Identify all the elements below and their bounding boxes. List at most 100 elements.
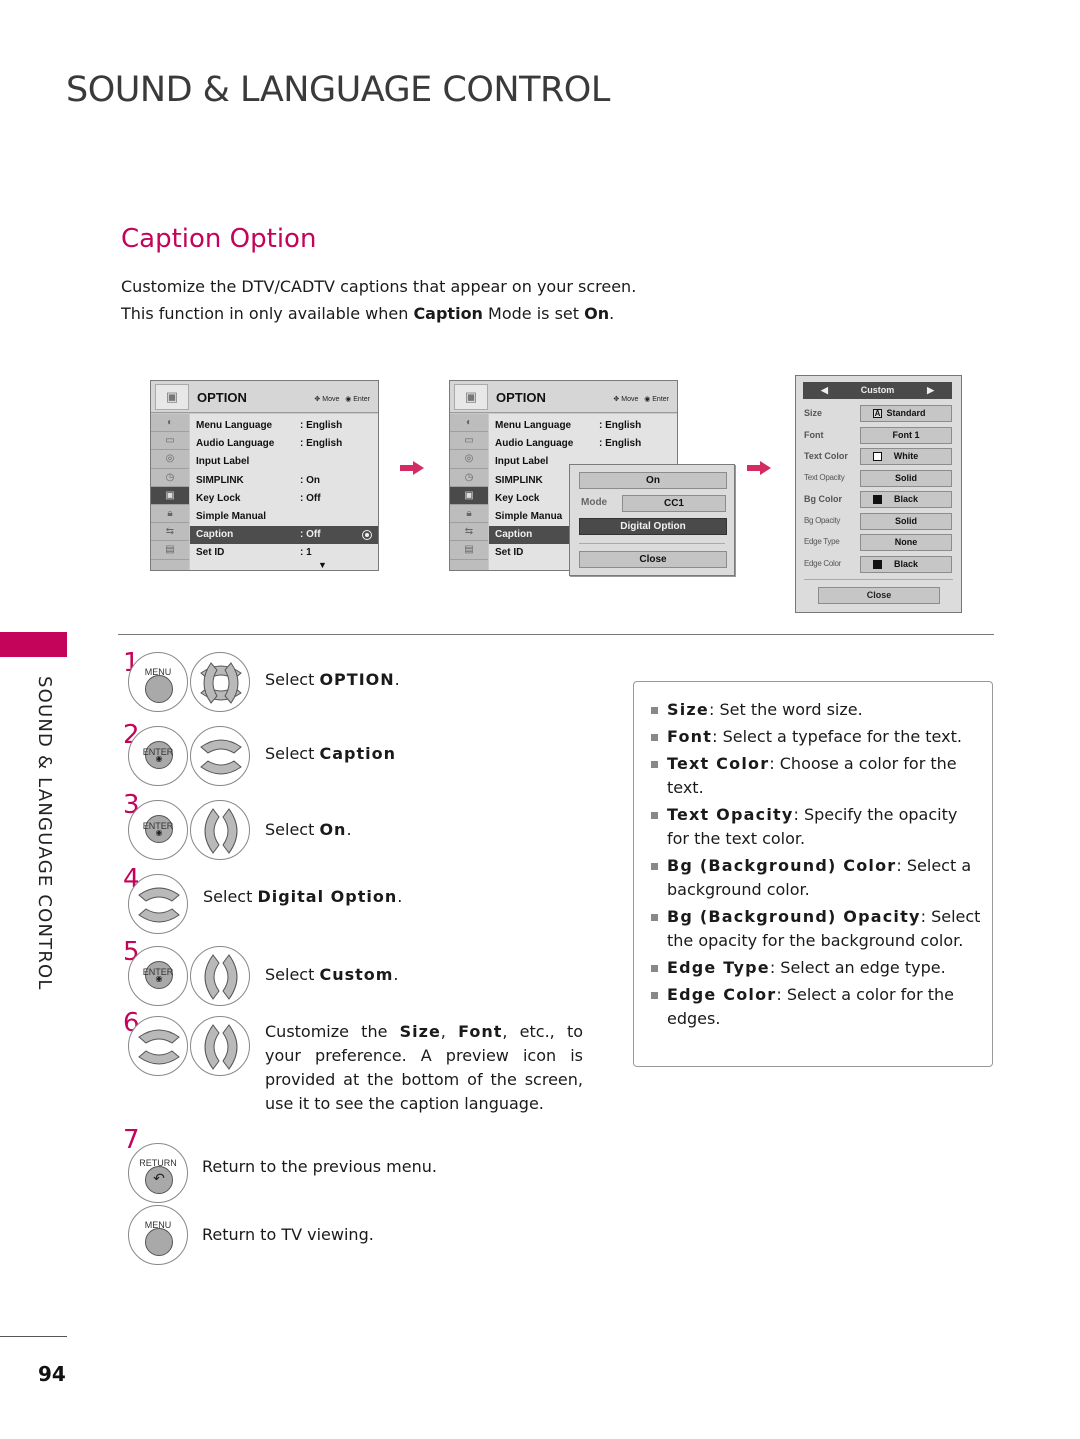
custom-row-text-color: Text Color White [804, 448, 954, 466]
info-bullet: Edge Type: Select an edge type. [651, 956, 981, 980]
navigation-pad[interactable] [190, 946, 250, 1006]
step-pre: Select [265, 965, 320, 984]
arrow-left-icon[interactable]: ◀ [821, 382, 828, 399]
input-icon[interactable]: ⇆ [450, 523, 488, 542]
custom-row-value-select[interactable]: Solid [860, 469, 952, 487]
down-arrow-button[interactable] [138, 908, 180, 923]
right-arrow-button[interactable] [222, 954, 238, 1000]
direction-arrows-icon[interactable] [191, 727, 251, 787]
step-keyword: Custom [319, 965, 394, 984]
white-swatch-icon [873, 452, 882, 461]
up-arrow-button[interactable] [138, 887, 180, 902]
menu-item-set-id[interactable]: Set ID: 1 [190, 544, 378, 562]
time-icon[interactable]: ◷ [450, 469, 488, 487]
direction-arrows-icon[interactable] [191, 1017, 251, 1077]
up-arrow-button[interactable] [200, 739, 242, 754]
menu-item-input-label[interactable]: Input Label [190, 453, 378, 471]
menu-button[interactable]: MENU [128, 652, 188, 712]
custom-row-label: Edge Type [804, 537, 840, 546]
screen-icon[interactable]: ▭ [151, 432, 189, 451]
info-term: Text Color [667, 754, 770, 773]
right-arrow-button[interactable] [222, 1024, 238, 1070]
left-arrow-button[interactable] [203, 662, 218, 704]
menu-item-key-lock[interactable]: Key Lock: Off [190, 490, 378, 508]
custom-row-value-select[interactable]: Black [860, 491, 952, 508]
custom-row-label: Bg Color [804, 494, 842, 504]
direction-arrows-icon[interactable] [129, 1017, 189, 1077]
return-button[interactable]: RETURN ↶ [128, 1143, 188, 1203]
down-arrow-button[interactable] [200, 760, 242, 775]
input-icon[interactable]: ⇆ [151, 523, 189, 542]
mode-select[interactable]: CC1 [622, 495, 726, 512]
usb-icon[interactable]: ▤ [450, 541, 488, 560]
left-arrow-button[interactable] [204, 808, 220, 854]
popup-close-button[interactable]: Close [579, 551, 727, 568]
arrow-right-icon[interactable]: ▶ [927, 382, 934, 399]
left-arrow-button[interactable] [204, 954, 220, 1000]
menu-button[interactable]: MENU [128, 1205, 188, 1265]
caption-on-button[interactable]: On [579, 472, 727, 489]
osd-sidebar: ◐ ▭ ◎ ◷ ▣ 🔒︎ ⇆ ▤ [450, 414, 488, 570]
menu-item-menu-language[interactable]: Menu Language: English [489, 417, 677, 435]
direction-arrows-icon[interactable] [129, 875, 189, 935]
navigation-pad[interactable] [128, 1016, 188, 1076]
option-logo-icon: ▣ [155, 384, 189, 410]
menu-item-caption[interactable]: Caption: Off [190, 526, 378, 545]
menu-item-value: : English [599, 420, 642, 431]
time-icon[interactable]: ◷ [151, 469, 189, 487]
direction-arrows-icon[interactable] [191, 801, 251, 861]
menu-item-audio-language[interactable]: Audio Language: English [489, 435, 677, 453]
digital-option-button[interactable]: Digital Option [579, 518, 727, 535]
navigation-pad[interactable] [190, 652, 250, 712]
mode-label: Mode [581, 497, 608, 508]
caption-popup: On Mode CC1 Digital Option Close [569, 464, 735, 576]
direction-arrows-icon[interactable] [191, 653, 251, 713]
picture-icon[interactable]: ◐ [450, 414, 488, 433]
enter-button[interactable]: ENTER ◉ [128, 800, 188, 860]
right-arrow-button[interactable] [222, 808, 238, 854]
custom-row-value-select[interactable]: Solid [860, 512, 952, 530]
info-bullet-text: Size: Set the word size. [667, 698, 981, 722]
popup-divider [579, 543, 725, 544]
option-logo-icon: ▣ [454, 384, 488, 410]
custom-mode-selector[interactable]: ◀ Custom ▶ [803, 382, 952, 399]
menu-item-audio-language[interactable]: Audio Language: English [190, 435, 378, 453]
lock-icon[interactable]: 🔒︎ [450, 505, 488, 524]
navigation-pad[interactable] [190, 800, 250, 860]
custom-caption-panel: ◀ Custom ▶ Size A Standard Font Font 1 Text C… [795, 375, 962, 613]
audio-icon[interactable]: ◎ [151, 450, 189, 469]
custom-row-value-select[interactable]: A Standard [860, 405, 952, 422]
enter-button[interactable]: ENTER ◉ [128, 946, 188, 1006]
caption-options-info-box: Size: Set the word size. Font: Select a t… [633, 681, 993, 1067]
custom-close-button[interactable]: Close [818, 587, 940, 604]
info-bullet-text: Text Color: Choose a color for the text. [667, 752, 981, 800]
navigation-pad[interactable] [190, 1016, 250, 1076]
option-icon[interactable]: ▣ [450, 486, 488, 505]
menu-item-simplink[interactable]: SIMPLINK: On [190, 472, 378, 490]
custom-row-value-select[interactable]: White [860, 448, 952, 465]
usb-icon[interactable]: ▤ [151, 541, 189, 560]
left-arrow-button[interactable] [204, 1024, 220, 1070]
enter-button[interactable]: ENTER ◉ [128, 726, 188, 786]
right-arrow-button[interactable] [224, 662, 239, 704]
picture-icon[interactable]: ◐ [151, 414, 189, 433]
custom-row-value-select[interactable]: None [860, 534, 952, 551]
option-icon[interactable]: ▣ [151, 486, 189, 505]
down-arrow-button[interactable] [138, 1050, 180, 1065]
screen-icon[interactable]: ▭ [450, 432, 488, 451]
navigation-pad[interactable] [128, 874, 188, 934]
direction-arrows-icon[interactable] [191, 947, 251, 1007]
info-bullet: Edge Color: Select a color for the edges… [651, 983, 981, 1031]
custom-row-text-opacity: Text Opacity Solid [804, 469, 954, 488]
step-instruction: Select On. [265, 820, 352, 839]
menu-item-menu-language[interactable]: Menu Language: English [190, 417, 378, 435]
custom-row-value-select[interactable]: Font 1 [860, 426, 952, 444]
up-arrow-button[interactable] [138, 1029, 180, 1044]
menu-item-value: : 1 [300, 547, 312, 559]
audio-icon[interactable]: ◎ [450, 450, 488, 469]
custom-row-value-select[interactable]: Black [860, 555, 952, 573]
lock-icon[interactable]: 🔒︎ [151, 505, 189, 524]
menu-item-simple-manual[interactable]: Simple Manual [190, 508, 378, 526]
menu-item-value: : On [300, 474, 320, 486]
navigation-pad[interactable] [190, 726, 250, 786]
